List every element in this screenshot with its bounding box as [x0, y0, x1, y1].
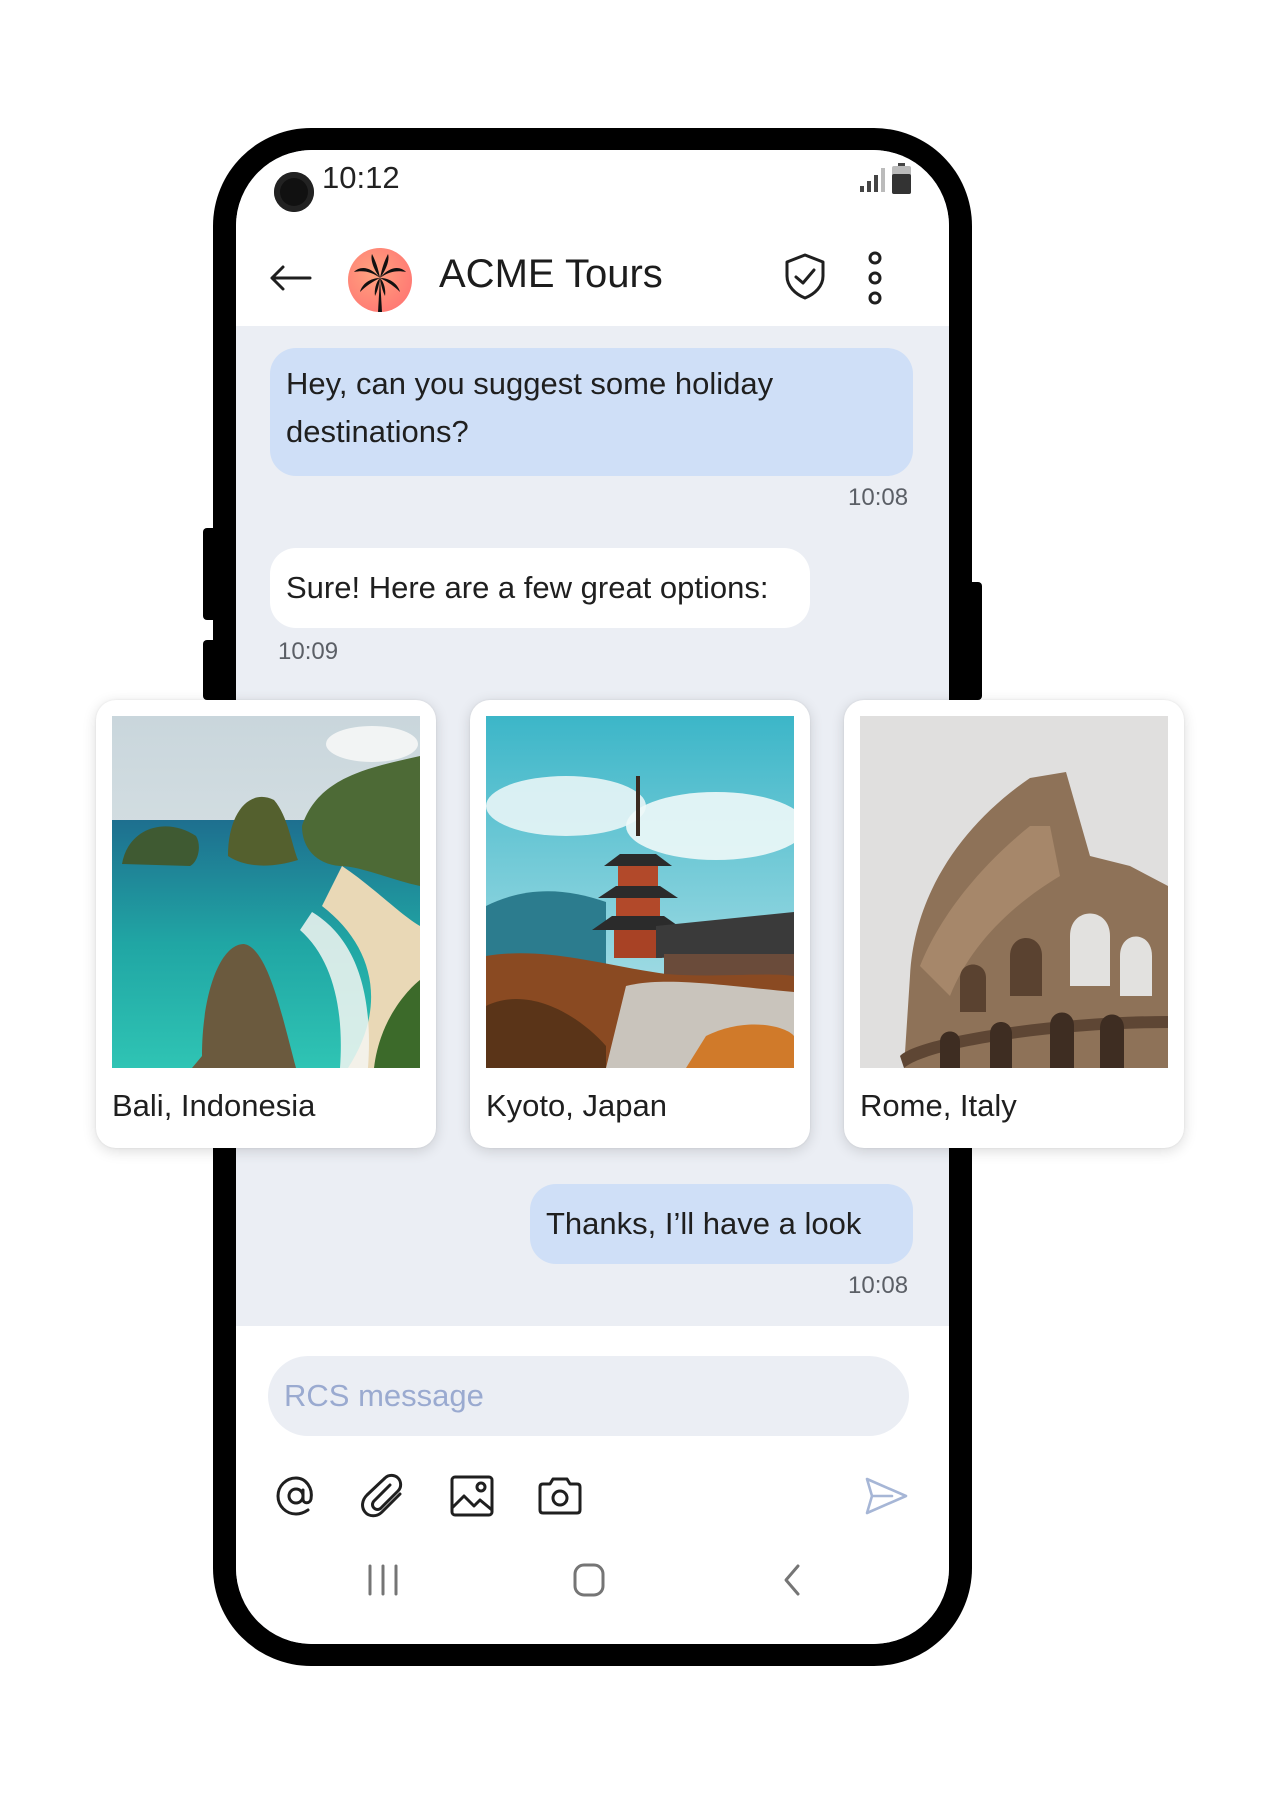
back-arrow-icon[interactable]	[266, 254, 314, 302]
recent-apps-icon[interactable]	[366, 1562, 400, 1598]
message-timestamp: 10:08	[848, 1272, 909, 1299]
camera-icon	[274, 172, 314, 212]
image-icon[interactable]	[448, 1472, 496, 1520]
message-text: Sure! Here are a few great options:	[286, 570, 769, 605]
message-timestamp: 10:09	[278, 638, 339, 665]
outgoing-message-bubble[interactable]: Thanks, I’ll have a look	[530, 1184, 913, 1264]
at-sign-icon[interactable]	[272, 1472, 320, 1520]
status-bar: 10:12	[236, 150, 949, 226]
signal-icon	[860, 168, 885, 192]
card-title: Kyoto, Japan	[486, 1088, 667, 1123]
back-icon[interactable]	[780, 1562, 804, 1598]
paperclip-icon[interactable]	[360, 1472, 408, 1520]
destination-card-bali[interactable]: Bali, Indonesia	[96, 700, 436, 1148]
palm-tree-icon	[354, 254, 406, 312]
card-image	[486, 716, 794, 1068]
conversation-header: ACME Tours	[236, 226, 949, 326]
destination-card-rome[interactable]: Rome, Italy	[844, 700, 1184, 1148]
conversation-title: ACME Tours	[439, 252, 663, 296]
card-title: Bali, Indonesia	[112, 1088, 316, 1123]
more-vertical-icon[interactable]	[864, 250, 886, 306]
avatar[interactable]	[348, 248, 412, 312]
outgoing-message-bubble[interactable]: Hey, can you suggest some holiday destin…	[270, 348, 913, 476]
card-image	[860, 716, 1168, 1068]
incoming-message-bubble[interactable]: Sure! Here are a few great options:	[270, 548, 810, 628]
verified-shield-icon[interactable]	[783, 252, 827, 300]
camera-icon[interactable]	[536, 1472, 584, 1520]
card-image	[112, 716, 420, 1068]
destination-card-kyoto[interactable]: Kyoto, Japan	[470, 700, 810, 1148]
message-input[interactable]	[268, 1356, 909, 1436]
card-title: Rome, Italy	[860, 1088, 1017, 1123]
battery-icon	[892, 163, 911, 194]
status-time: 10:12	[322, 160, 400, 195]
message-text: Hey, can you suggest some holiday destin…	[286, 366, 774, 449]
message-timestamp: 10:08	[848, 484, 909, 511]
send-icon[interactable]	[862, 1472, 910, 1520]
composer	[236, 1326, 949, 1644]
home-icon[interactable]	[572, 1562, 606, 1598]
message-text: Thanks, I’ll have a look	[546, 1206, 862, 1241]
